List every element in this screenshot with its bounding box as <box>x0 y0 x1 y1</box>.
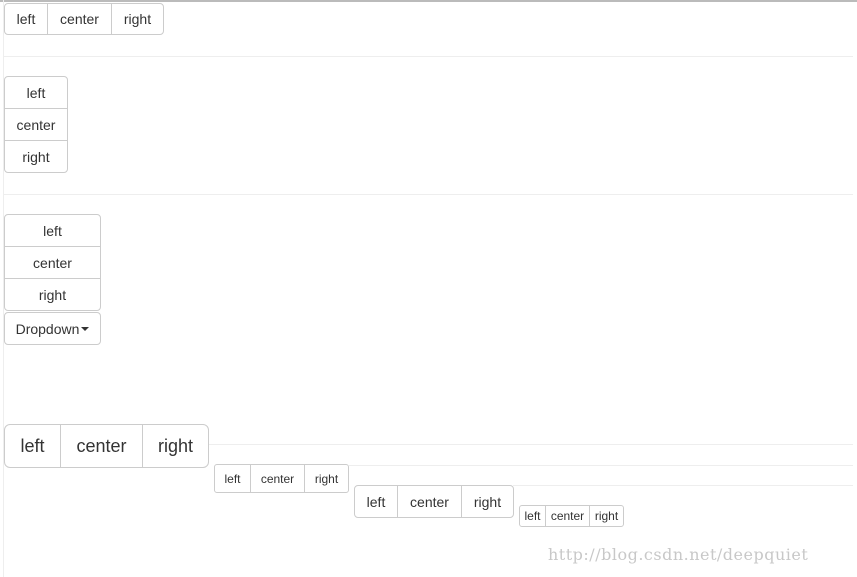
right-button[interactable]: right <box>589 505 624 527</box>
divider <box>349 465 853 466</box>
right-button[interactable]: right <box>111 3 164 35</box>
watermark: http://blog.csdn.net/deepquiet <box>548 545 809 564</box>
btn-group-default: left center right <box>354 485 514 518</box>
caret-down-icon <box>81 326 90 331</box>
btn-group-small: left center right <box>214 464 349 493</box>
dropdown-label: Dropdown <box>15 320 80 337</box>
btn-group-vertical-dropdown: left center right <box>4 214 101 311</box>
center-button[interactable]: center <box>250 464 305 493</box>
divider <box>4 56 853 57</box>
btn-group-vertical: left center right <box>4 76 68 173</box>
left-button[interactable]: left <box>4 3 48 35</box>
btn-group-large: left center right <box>4 424 209 468</box>
divider <box>513 485 853 486</box>
center-button[interactable]: center <box>4 108 68 141</box>
left-button[interactable]: left <box>4 76 68 109</box>
left-button[interactable]: left <box>4 214 101 247</box>
dropdown-wrapper: Dropdown <box>4 312 101 345</box>
right-button[interactable]: right <box>304 464 349 493</box>
dropdown-button[interactable]: Dropdown <box>4 312 101 345</box>
top-border <box>0 0 857 2</box>
right-button[interactable]: right <box>4 140 68 173</box>
divider <box>208 444 853 445</box>
center-button[interactable]: center <box>60 424 143 468</box>
right-button[interactable]: right <box>142 424 209 468</box>
left-button[interactable]: left <box>519 505 546 527</box>
left-button[interactable]: left <box>354 485 398 518</box>
left-button[interactable]: left <box>214 464 251 493</box>
btn-group-xsmall: left center right <box>519 505 624 527</box>
btn-group-horizontal: left center right <box>4 3 164 35</box>
center-button[interactable]: center <box>4 246 101 279</box>
right-button[interactable]: right <box>461 485 514 518</box>
left-button[interactable]: left <box>4 424 61 468</box>
center-button[interactable]: center <box>397 485 462 518</box>
divider <box>4 194 853 195</box>
center-button[interactable]: center <box>47 3 112 35</box>
right-button[interactable]: right <box>4 278 101 311</box>
center-button[interactable]: center <box>545 505 590 527</box>
